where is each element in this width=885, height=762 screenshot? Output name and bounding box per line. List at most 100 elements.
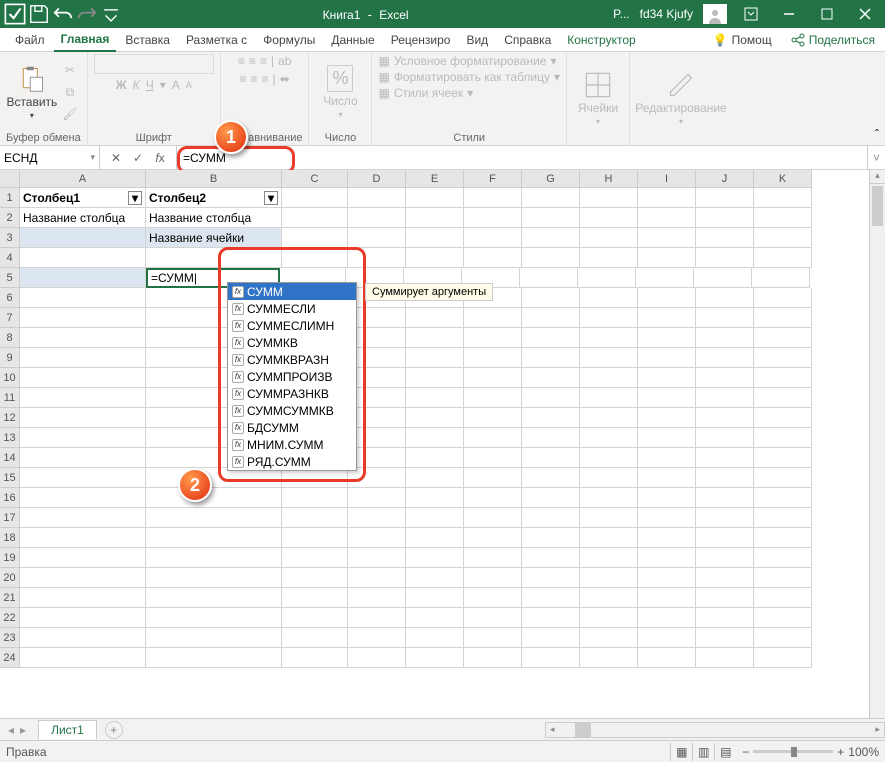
sheet-tab-1[interactable]: Лист1 xyxy=(38,720,97,739)
cell-G22[interactable] xyxy=(522,608,580,628)
cell-K20[interactable] xyxy=(754,568,812,588)
cell-H5[interactable] xyxy=(578,268,636,288)
cell-G11[interactable] xyxy=(522,388,580,408)
horizontal-scrollbar[interactable]: ◂ ▸ xyxy=(545,722,885,738)
cell-E2[interactable] xyxy=(406,208,464,228)
cell-G4[interactable] xyxy=(522,248,580,268)
cell-F13[interactable] xyxy=(464,428,522,448)
cell-C23[interactable] xyxy=(282,628,348,648)
merge-icon[interactable]: ⬌ xyxy=(280,72,290,86)
cell-E19[interactable] xyxy=(406,548,464,568)
cell-K4[interactable] xyxy=(754,248,812,268)
cell-K12[interactable] xyxy=(754,408,812,428)
cell-A22[interactable] xyxy=(20,608,146,628)
cell-K5[interactable] xyxy=(752,268,810,288)
cell-K23[interactable] xyxy=(754,628,812,648)
cell-J9[interactable] xyxy=(696,348,754,368)
cell-E17[interactable] xyxy=(406,508,464,528)
cell-H18[interactable] xyxy=(580,528,638,548)
cell-I11[interactable] xyxy=(638,388,696,408)
cell-J16[interactable] xyxy=(696,488,754,508)
cell-E13[interactable] xyxy=(406,428,464,448)
cell-A4[interactable] xyxy=(20,248,146,268)
cell-B1[interactable]: Столбец2▾ xyxy=(146,188,282,208)
format-as-table-button[interactable]: ▦Форматировать как таблицу ▾ xyxy=(378,70,560,84)
avatar[interactable] xyxy=(703,4,727,24)
cell-K17[interactable] xyxy=(754,508,812,528)
cell-H3[interactable] xyxy=(580,228,638,248)
cell-D2[interactable] xyxy=(348,208,406,228)
cell-A12[interactable] xyxy=(20,408,146,428)
cell-A8[interactable] xyxy=(20,328,146,348)
row-header-18[interactable]: 18 xyxy=(0,528,20,548)
cell-J5[interactable] xyxy=(694,268,752,288)
qat-more-icon[interactable] xyxy=(100,3,122,25)
row-header-20[interactable]: 20 xyxy=(0,568,20,588)
new-sheet-icon[interactable]: + xyxy=(105,721,123,739)
cell-G20[interactable] xyxy=(522,568,580,588)
align-bottom-icon[interactable]: ≡ xyxy=(260,54,267,68)
cell-E1[interactable] xyxy=(406,188,464,208)
hscroll-thumb[interactable] xyxy=(575,723,591,737)
row-header-6[interactable]: 6 xyxy=(0,288,20,308)
cell-F11[interactable] xyxy=(464,388,522,408)
number-format-button[interactable]: % Число ▾ xyxy=(315,63,365,121)
row-header-7[interactable]: 7 xyxy=(0,308,20,328)
row-header-17[interactable]: 17 xyxy=(0,508,20,528)
autocomplete-item[interactable]: fxСУММ xyxy=(228,283,356,300)
maximize-icon[interactable] xyxy=(809,0,845,28)
cell-G10[interactable] xyxy=(522,368,580,388)
cell-H11[interactable] xyxy=(580,388,638,408)
row-header-3[interactable]: 3 xyxy=(0,228,20,248)
row-header-2[interactable]: 2 xyxy=(0,208,20,228)
font-size-up-icon[interactable]: A xyxy=(172,78,180,92)
cell-E12[interactable] xyxy=(406,408,464,428)
cell-B21[interactable] xyxy=(146,588,282,608)
cell-G5[interactable] xyxy=(520,268,578,288)
cell-F9[interactable] xyxy=(464,348,522,368)
align-middle-icon[interactable]: ≡ xyxy=(249,54,256,68)
cell-F22[interactable] xyxy=(464,608,522,628)
row-header-11[interactable]: 11 xyxy=(0,388,20,408)
cell-D24[interactable] xyxy=(348,648,406,668)
row-header-5[interactable]: 5 xyxy=(0,268,20,288)
cell-C19[interactable] xyxy=(282,548,348,568)
col-header-K[interactable]: K xyxy=(754,170,812,188)
cell-J18[interactable] xyxy=(696,528,754,548)
cell-E18[interactable] xyxy=(406,528,464,548)
cell-I6[interactable] xyxy=(638,288,696,308)
tab-design[interactable]: Конструктор xyxy=(560,28,642,52)
cell-F20[interactable] xyxy=(464,568,522,588)
cell-J6[interactable] xyxy=(696,288,754,308)
cell-J14[interactable] xyxy=(696,448,754,468)
select-all-corner[interactable] xyxy=(0,170,20,188)
col-header-I[interactable]: I xyxy=(638,170,696,188)
cell-A16[interactable] xyxy=(20,488,146,508)
paste-button[interactable]: Вставить ▾ xyxy=(7,63,57,122)
cell-I1[interactable] xyxy=(638,188,696,208)
cell-I15[interactable] xyxy=(638,468,696,488)
cell-K24[interactable] xyxy=(754,648,812,668)
cell-B17[interactable] xyxy=(146,508,282,528)
cell-B19[interactable] xyxy=(146,548,282,568)
cell-J1[interactable] xyxy=(696,188,754,208)
cell-H17[interactable] xyxy=(580,508,638,528)
account-name[interactable]: fd34 Kjufy xyxy=(636,7,697,21)
cell-B20[interactable] xyxy=(146,568,282,588)
sheet-nav-prev-icon[interactable]: ◂ xyxy=(8,723,14,737)
cell-F16[interactable] xyxy=(464,488,522,508)
cell-J4[interactable] xyxy=(696,248,754,268)
cell-C18[interactable] xyxy=(282,528,348,548)
row-header-10[interactable]: 10 xyxy=(0,368,20,388)
cell-K22[interactable] xyxy=(754,608,812,628)
cell-G17[interactable] xyxy=(522,508,580,528)
cell-G7[interactable] xyxy=(522,308,580,328)
autocomplete-item[interactable]: fxСУММКВ xyxy=(228,334,356,351)
cell-E9[interactable] xyxy=(406,348,464,368)
cell-K9[interactable] xyxy=(754,348,812,368)
cell-K15[interactable] xyxy=(754,468,812,488)
cell-A11[interactable] xyxy=(20,388,146,408)
cell-J10[interactable] xyxy=(696,368,754,388)
cell-A24[interactable] xyxy=(20,648,146,668)
view-normal-icon[interactable]: ▦ xyxy=(670,743,692,761)
